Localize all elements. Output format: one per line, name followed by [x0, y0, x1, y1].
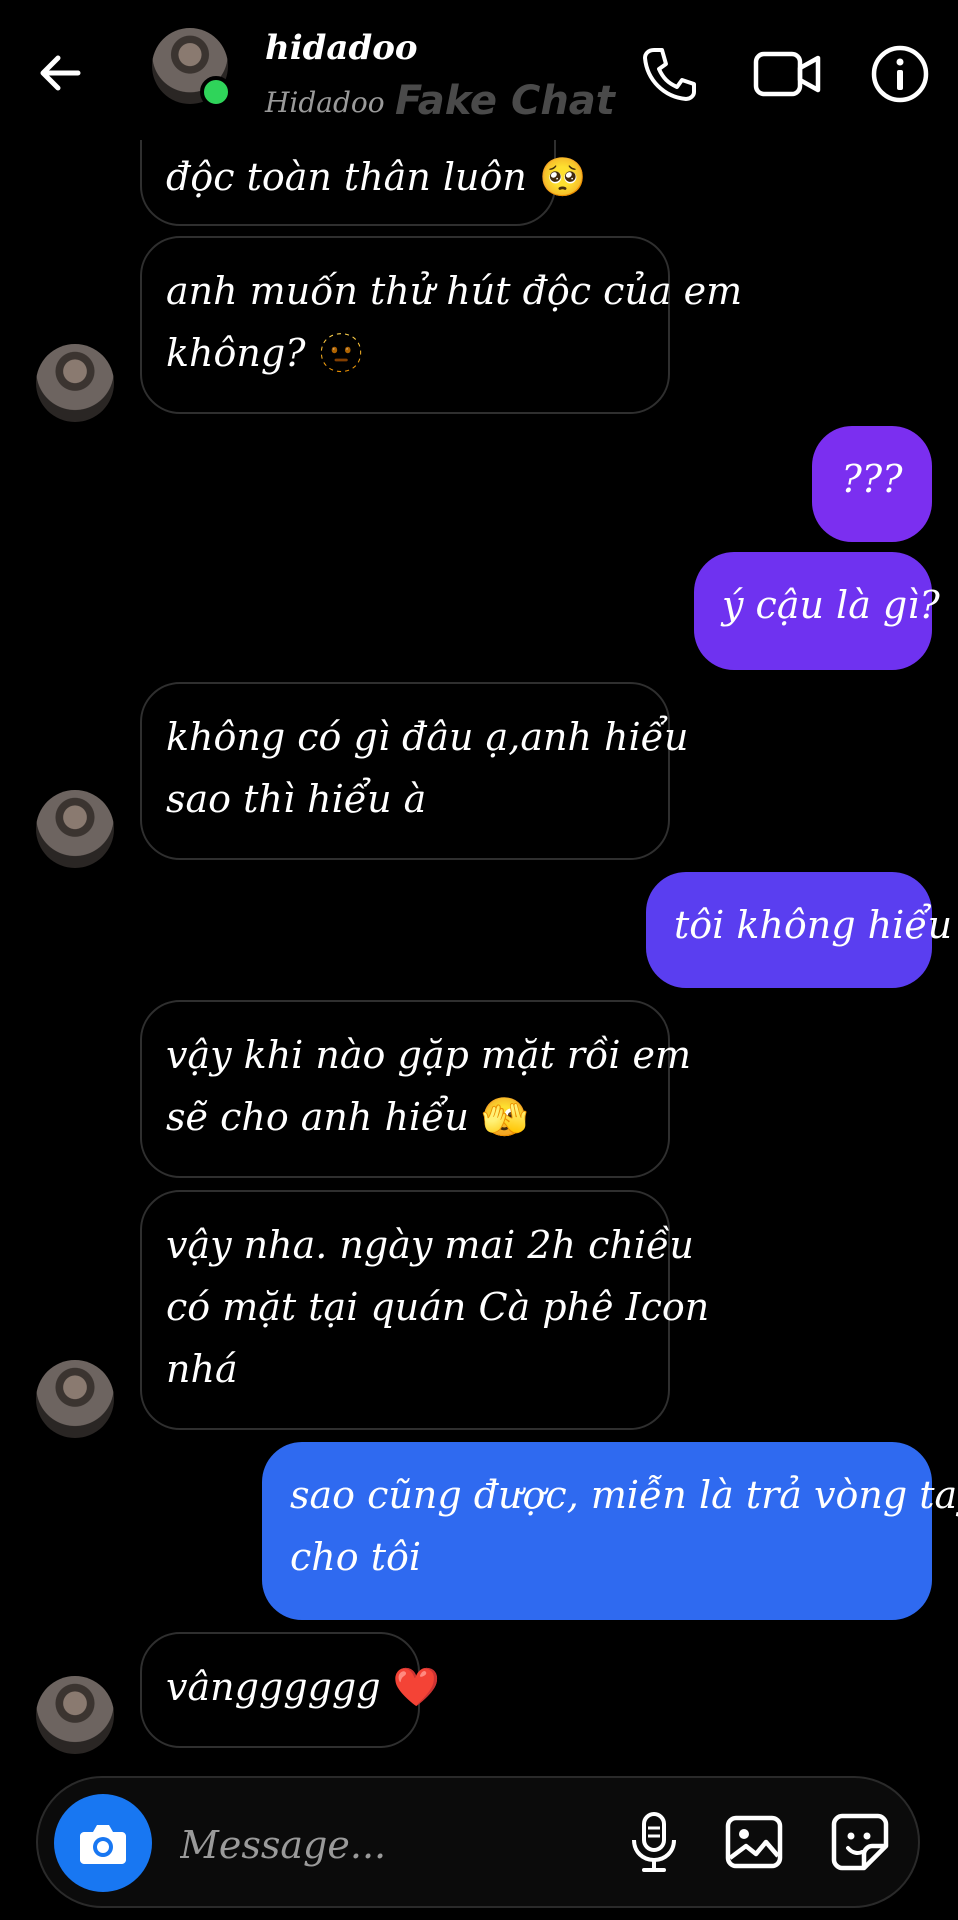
phone-icon — [643, 48, 696, 101]
video-call-button[interactable] — [752, 42, 824, 106]
message-text: ??? — [841, 457, 903, 501]
message-text: vậy khi nào gặp mặt rồi em — [166, 1033, 692, 1077]
info-icon — [871, 45, 929, 103]
sticker-icon — [831, 1813, 889, 1871]
contact-name[interactable]: hidadoo — [265, 28, 418, 68]
message-bubble-outgoing[interactable]: ??? — [812, 426, 932, 542]
message-bubble-incoming[interactable]: vậy nha. ngày mai 2h chiều có mặt tại qu… — [140, 1190, 710, 1430]
message-text: anh muốn thử hút độc của em — [166, 269, 743, 313]
online-status-dot — [200, 76, 232, 108]
avatar[interactable] — [36, 344, 114, 422]
gallery-button[interactable] — [718, 1806, 790, 1878]
back-button[interactable] — [34, 46, 88, 100]
avatar[interactable] — [36, 1676, 114, 1754]
call-button[interactable] — [636, 42, 700, 106]
message-bubble-incoming[interactable]: vậy khi nào gặp mặt rồi em sẽ cho anh hi… — [140, 1000, 692, 1178]
watermark: Fake Chat — [395, 78, 615, 124]
avatar[interactable] — [36, 790, 114, 868]
message-bubble-incoming[interactable]: không có gì đâu ạ,anh hiểu sao thì hiểu … — [140, 682, 689, 860]
message-text: không? — [166, 331, 306, 375]
chat-screen: độc toàn thân luôn 🥺 anh muốn thử hút độ… — [0, 0, 958, 1920]
video-camera-icon — [753, 51, 821, 97]
message-composer — [36, 1776, 920, 1908]
message-input[interactable] — [178, 1814, 482, 1876]
message-bubble-outgoing[interactable]: sao cũng được, miễn là trả vòng tay cho … — [262, 1442, 958, 1620]
avatar[interactable] — [36, 1360, 114, 1438]
message-text: vângggggg — [166, 1665, 381, 1709]
dotted-face-emoji: 🫥 — [317, 331, 365, 375]
message-text: không có gì đâu ạ,anh hiểu — [166, 715, 689, 759]
message-bubble-outgoing[interactable]: ý cậu là gì? — [694, 552, 940, 670]
contact-avatar[interactable] — [152, 28, 232, 108]
message-text: sao thì hiểu à — [166, 777, 427, 821]
voice-message-button[interactable] — [618, 1806, 690, 1878]
message-bubble-incoming[interactable]: anh muốn thử hút độc của em không? 🫥 — [140, 236, 743, 414]
image-icon — [725, 1815, 783, 1869]
pleading-face-emoji: 🥺 — [538, 155, 587, 199]
message-text: sẽ cho anh hiểu — [166, 1095, 469, 1139]
message-text: ý cậu là gì? — [722, 583, 940, 627]
face-with-peeking-eye-emoji: 🫣 — [481, 1095, 529, 1139]
message-text: độc toàn thân luôn — [166, 155, 527, 199]
microphone-icon — [632, 1812, 676, 1872]
camera-icon — [80, 1825, 126, 1864]
message-text: có mặt tại quán Cà phê Icon — [166, 1285, 710, 1329]
red-heart-emoji: ❤️ — [392, 1665, 440, 1709]
camera-button[interactable] — [54, 1794, 152, 1892]
contact-username: Hidadoo — [265, 86, 385, 119]
message-text: cho tôi — [290, 1535, 422, 1579]
message-text: sao cũng được, miễn là trả vòng tay — [290, 1473, 958, 1517]
info-button[interactable] — [868, 42, 932, 106]
message-text: tôi không hiểu — [674, 903, 953, 947]
message-text: nhá — [166, 1347, 238, 1391]
sticker-button[interactable] — [824, 1806, 896, 1878]
message-bubble-incoming[interactable]: độc toàn thân luôn 🥺 — [140, 126, 586, 226]
back-arrow-icon — [40, 55, 81, 91]
message-bubble-outgoing[interactable]: tôi không hiểu — [646, 872, 952, 988]
message-bubble-incoming[interactable]: vângggggg ❤️ — [140, 1632, 440, 1748]
message-text: vậy nha. ngày mai 2h chiều — [166, 1223, 694, 1267]
chat-header: hidadoo Hidadoo Fake Chat — [0, 0, 958, 140]
